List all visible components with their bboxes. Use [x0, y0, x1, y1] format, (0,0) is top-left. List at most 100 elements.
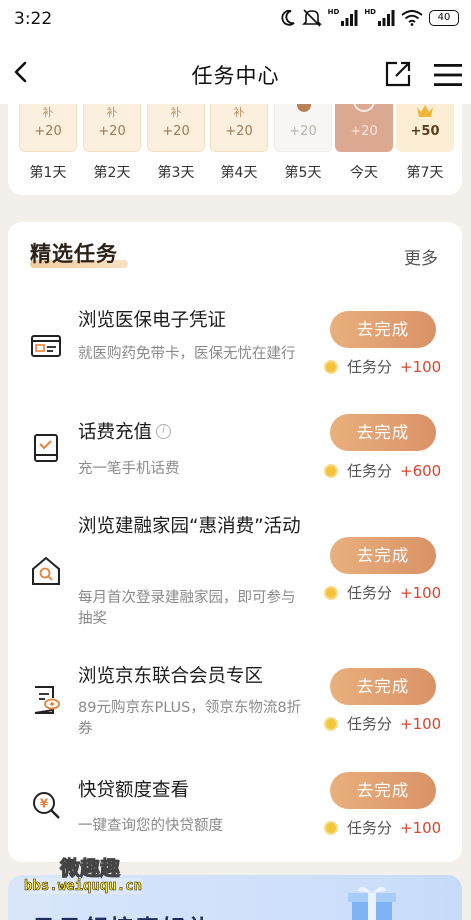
status-bar: 3:22 HD HD 40	[0, 0, 471, 40]
checkin-day-3[interactable]: 补 +20 第3天	[147, 104, 205, 182]
day-points: +20	[225, 124, 253, 139]
checkin-card: 补 +20 第1天 补 +20 第2天 补 +20 第3天 补 +20 第4天 …	[8, 104, 462, 195]
status-time: 3:22	[14, 9, 53, 29]
makeup-mark: 补	[42, 106, 54, 119]
more-link[interactable]: 更多	[404, 244, 438, 269]
member-doc-icon	[34, 686, 60, 714]
task-description: 89元购京东PLUS，领京东物流8折券	[78, 700, 302, 737]
crown-icon	[417, 105, 433, 117]
moon-icon	[281, 9, 295, 26]
featured-tasks-card: 精选任务 更多 浏览医保电子凭证 就医购药免带卡，医保无忧在建行 去完成 任务分…	[8, 222, 462, 862]
reward-label: 任务分	[347, 819, 393, 837]
makeup-mark: 补	[106, 106, 118, 119]
battery-indicator: 40	[429, 10, 459, 26]
reward-points: +100	[400, 818, 442, 837]
day-reward-box: +20	[274, 104, 332, 152]
coin-icon	[324, 716, 338, 731]
day-reward-box: +50	[396, 104, 454, 152]
complete-task-button[interactable]: 去完成	[330, 537, 436, 574]
complete-task-button[interactable]: 去完成	[330, 414, 436, 451]
day-reward-box: 补 +20	[19, 104, 77, 152]
reward-points: +100	[400, 583, 442, 602]
task-reward: 任务分 +100	[324, 356, 441, 377]
reward-points: +600	[400, 461, 442, 480]
day-label: 第3天	[157, 165, 195, 181]
day-label: 第2天	[93, 165, 131, 181]
checkin-day-7[interactable]: +50 第7天	[396, 104, 454, 182]
task-description: 就医购药免带卡，医保无忧在建行	[78, 346, 296, 362]
makeup-mark: 补	[170, 106, 182, 119]
e-card-icon	[31, 335, 61, 357]
day-label: 今天	[350, 165, 378, 181]
task-reward: 任务分 +100	[324, 582, 441, 603]
watermark: 微趣趣 bbs.weiququ.cn	[16, 852, 196, 902]
signal-icon-2	[378, 10, 395, 26]
watermark-text: 微趣趣	[60, 856, 121, 881]
watermark-url: bbs.weiququ.cn	[24, 878, 143, 895]
coin-icon	[324, 585, 338, 600]
task-title: 浏览建融家园“惠消费”活动	[78, 516, 301, 537]
checkin-day-5[interactable]: +20 第5天	[274, 104, 332, 182]
day-points: +50	[410, 124, 440, 139]
task-description: 充一笔手机话费	[78, 461, 180, 477]
task-title: 快贷额度查看	[78, 780, 190, 801]
banner-text: 日日领惊喜好礼	[32, 909, 214, 920]
wifi-icon	[401, 10, 423, 26]
day-label: 第1天	[29, 165, 67, 181]
navigation-bar: 任务中心	[0, 40, 471, 104]
coin-icon	[297, 104, 311, 112]
share-icon[interactable]	[384, 60, 412, 88]
coin-icon	[324, 820, 338, 835]
mute-icon	[301, 9, 322, 27]
day-reward-box: 补 +20	[210, 104, 268, 152]
day-reward-box: 补 +20	[83, 104, 141, 152]
phone-recharge-icon	[34, 434, 58, 462]
task-title: 浏览京东联合会员专区	[78, 666, 264, 687]
day-points: +20	[289, 124, 317, 139]
coin-icon	[353, 104, 375, 112]
info-icon[interactable]: i	[156, 423, 172, 439]
reward-label: 任务分	[347, 584, 393, 602]
day-label: 第5天	[284, 165, 322, 181]
day-reward-box: 补 +20	[147, 104, 205, 152]
checkin-day-1[interactable]: 补 +20 第1天	[19, 104, 77, 182]
day-label: 第7天	[406, 165, 444, 181]
task-reward: 任务分 +100	[324, 713, 441, 734]
day-reward-box: +20	[335, 104, 393, 152]
checkin-day-4[interactable]: 补 +20 第4天	[210, 104, 268, 182]
coin-icon	[324, 359, 338, 374]
task-description: 每月首次登录建融家园，即可参与抽奖	[78, 590, 296, 627]
gift-box-icon	[348, 886, 396, 920]
reward-label: 任务分	[347, 462, 393, 480]
section-title: 精选任务	[30, 242, 118, 266]
complete-task-button[interactable]: 去完成	[330, 668, 436, 705]
day-points: +20	[350, 124, 378, 139]
day-points: +20	[162, 124, 190, 139]
menu-icon[interactable]	[432, 62, 464, 88]
reward-points: +100	[400, 714, 442, 733]
task-title: 话费充值 i	[78, 414, 308, 452]
day-label: 第4天	[220, 165, 258, 181]
task-reward: 任务分 +100	[324, 817, 441, 838]
checkin-day-today[interactable]: +20 今天	[335, 104, 393, 182]
checkin-day-2[interactable]: 补 +20 第2天	[83, 104, 141, 182]
network-type-a: HD	[327, 8, 340, 16]
svg-text:¥: ¥	[40, 797, 49, 811]
reward-label: 任务分	[347, 715, 393, 733]
task-title: 浏览医保电子凭证	[78, 310, 227, 331]
day-points: +20	[98, 124, 126, 139]
makeup-mark: 补	[233, 106, 245, 119]
task-description: 一键查询您的快贷额度	[78, 818, 223, 834]
complete-task-button[interactable]: 去完成	[330, 772, 436, 809]
signal-icon	[341, 10, 358, 26]
reward-label: 任务分	[347, 358, 393, 376]
status-icons: HD HD 40	[280, 8, 459, 27]
task-title-text: 话费充值	[78, 422, 153, 443]
complete-task-button[interactable]: 去完成	[330, 311, 436, 348]
coin-icon	[324, 463, 338, 478]
network-type-b: HD	[364, 8, 376, 16]
home-search-icon	[32, 556, 60, 585]
reward-points: +100	[400, 357, 442, 376]
task-reward: 任务分 +600	[324, 460, 441, 481]
day-points: +20	[34, 124, 62, 139]
